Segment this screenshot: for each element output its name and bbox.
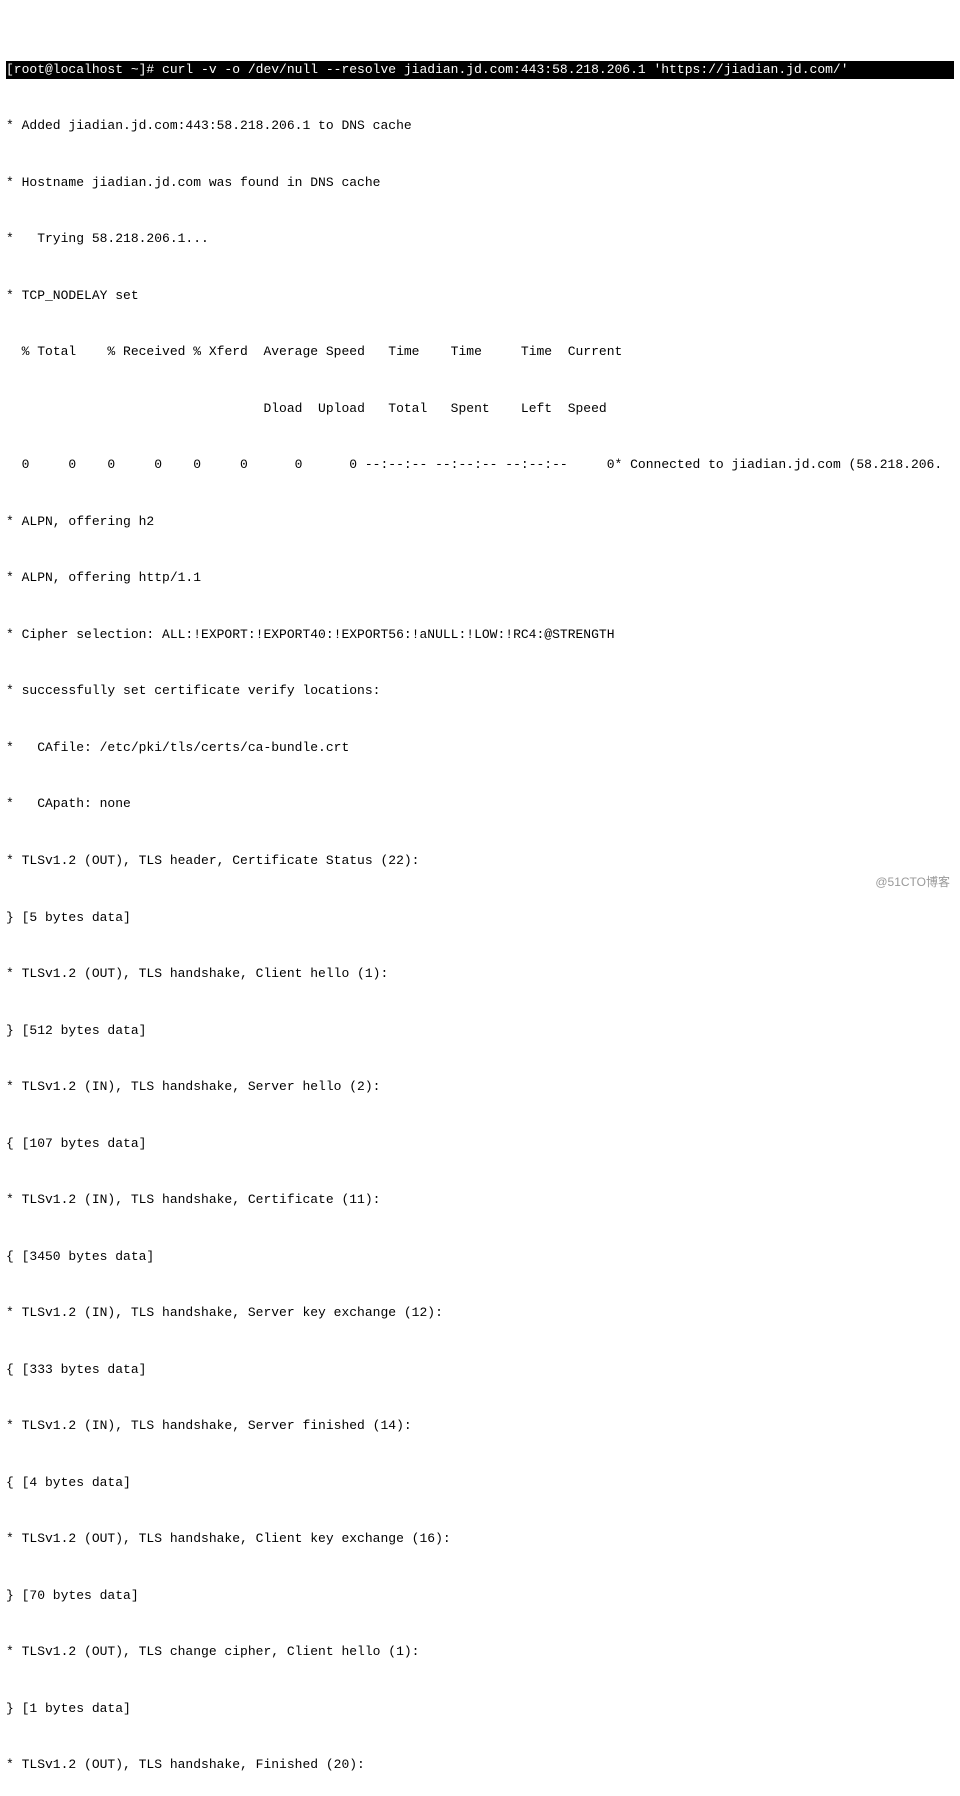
- command-line: [root@localhost ~]# curl -v -o /dev/null…: [6, 61, 954, 80]
- terminal-output: [root@localhost ~]# curl -v -o /dev/null…: [0, 0, 960, 1796]
- output-line: } [512 bytes data]: [6, 1022, 954, 1041]
- output-line: * TLSv1.2 (OUT), TLS handshake, Client k…: [6, 1530, 954, 1549]
- output-line: } [70 bytes data]: [6, 1587, 954, 1606]
- output-line: * TLSv1.2 (OUT), TLS change cipher, Clie…: [6, 1643, 954, 1662]
- watermark: @51CTO博客: [875, 873, 950, 890]
- output-line: { [3450 bytes data]: [6, 1248, 954, 1267]
- output-line: { [4 bytes data]: [6, 1474, 954, 1493]
- output-line: { [107 bytes data]: [6, 1135, 954, 1154]
- output-line: * successfully set certificate verify lo…: [6, 682, 954, 701]
- output-line: * ALPN, offering http/1.1: [6, 569, 954, 588]
- output-line: * TLSv1.2 (OUT), TLS handshake, Finished…: [6, 1756, 954, 1775]
- output-line: * ALPN, offering h2: [6, 513, 954, 532]
- output-line: } [5 bytes data]: [6, 909, 954, 928]
- output-line: * TLSv1.2 (IN), TLS handshake, Server he…: [6, 1078, 954, 1097]
- output-line: * Trying 58.218.206.1...: [6, 230, 954, 249]
- output-line: * Cipher selection: ALL:!EXPORT:!EXPORT4…: [6, 626, 954, 645]
- output-line: * TLSv1.2 (IN), TLS handshake, Server ke…: [6, 1304, 954, 1323]
- output-line: * Added jiadian.jd.com:443:58.218.206.1 …: [6, 117, 954, 136]
- output-line: * TLSv1.2 (IN), TLS handshake, Certifica…: [6, 1191, 954, 1210]
- output-line: 0 0 0 0 0 0 0 0 --:--:-- --:--:-- --:--:…: [6, 456, 954, 475]
- output-line: } [1 bytes data]: [6, 1700, 954, 1719]
- output-line: * TLSv1.2 (OUT), TLS handshake, Client h…: [6, 965, 954, 984]
- output-line: * TLSv1.2 (OUT), TLS header, Certificate…: [6, 852, 954, 871]
- output-line: { [333 bytes data]: [6, 1361, 954, 1380]
- output-line: * CAfile: /etc/pki/tls/certs/ca-bundle.c…: [6, 739, 954, 758]
- output-line: * TCP_NODELAY set: [6, 287, 954, 306]
- output-line: * TLSv1.2 (IN), TLS handshake, Server fi…: [6, 1417, 954, 1436]
- output-line: * CApath: none: [6, 795, 954, 814]
- output-line: * Hostname jiadian.jd.com was found in D…: [6, 174, 954, 193]
- output-line: % Total % Received % Xferd Average Speed…: [6, 343, 954, 362]
- output-line: Dload Upload Total Spent Left Speed: [6, 400, 954, 419]
